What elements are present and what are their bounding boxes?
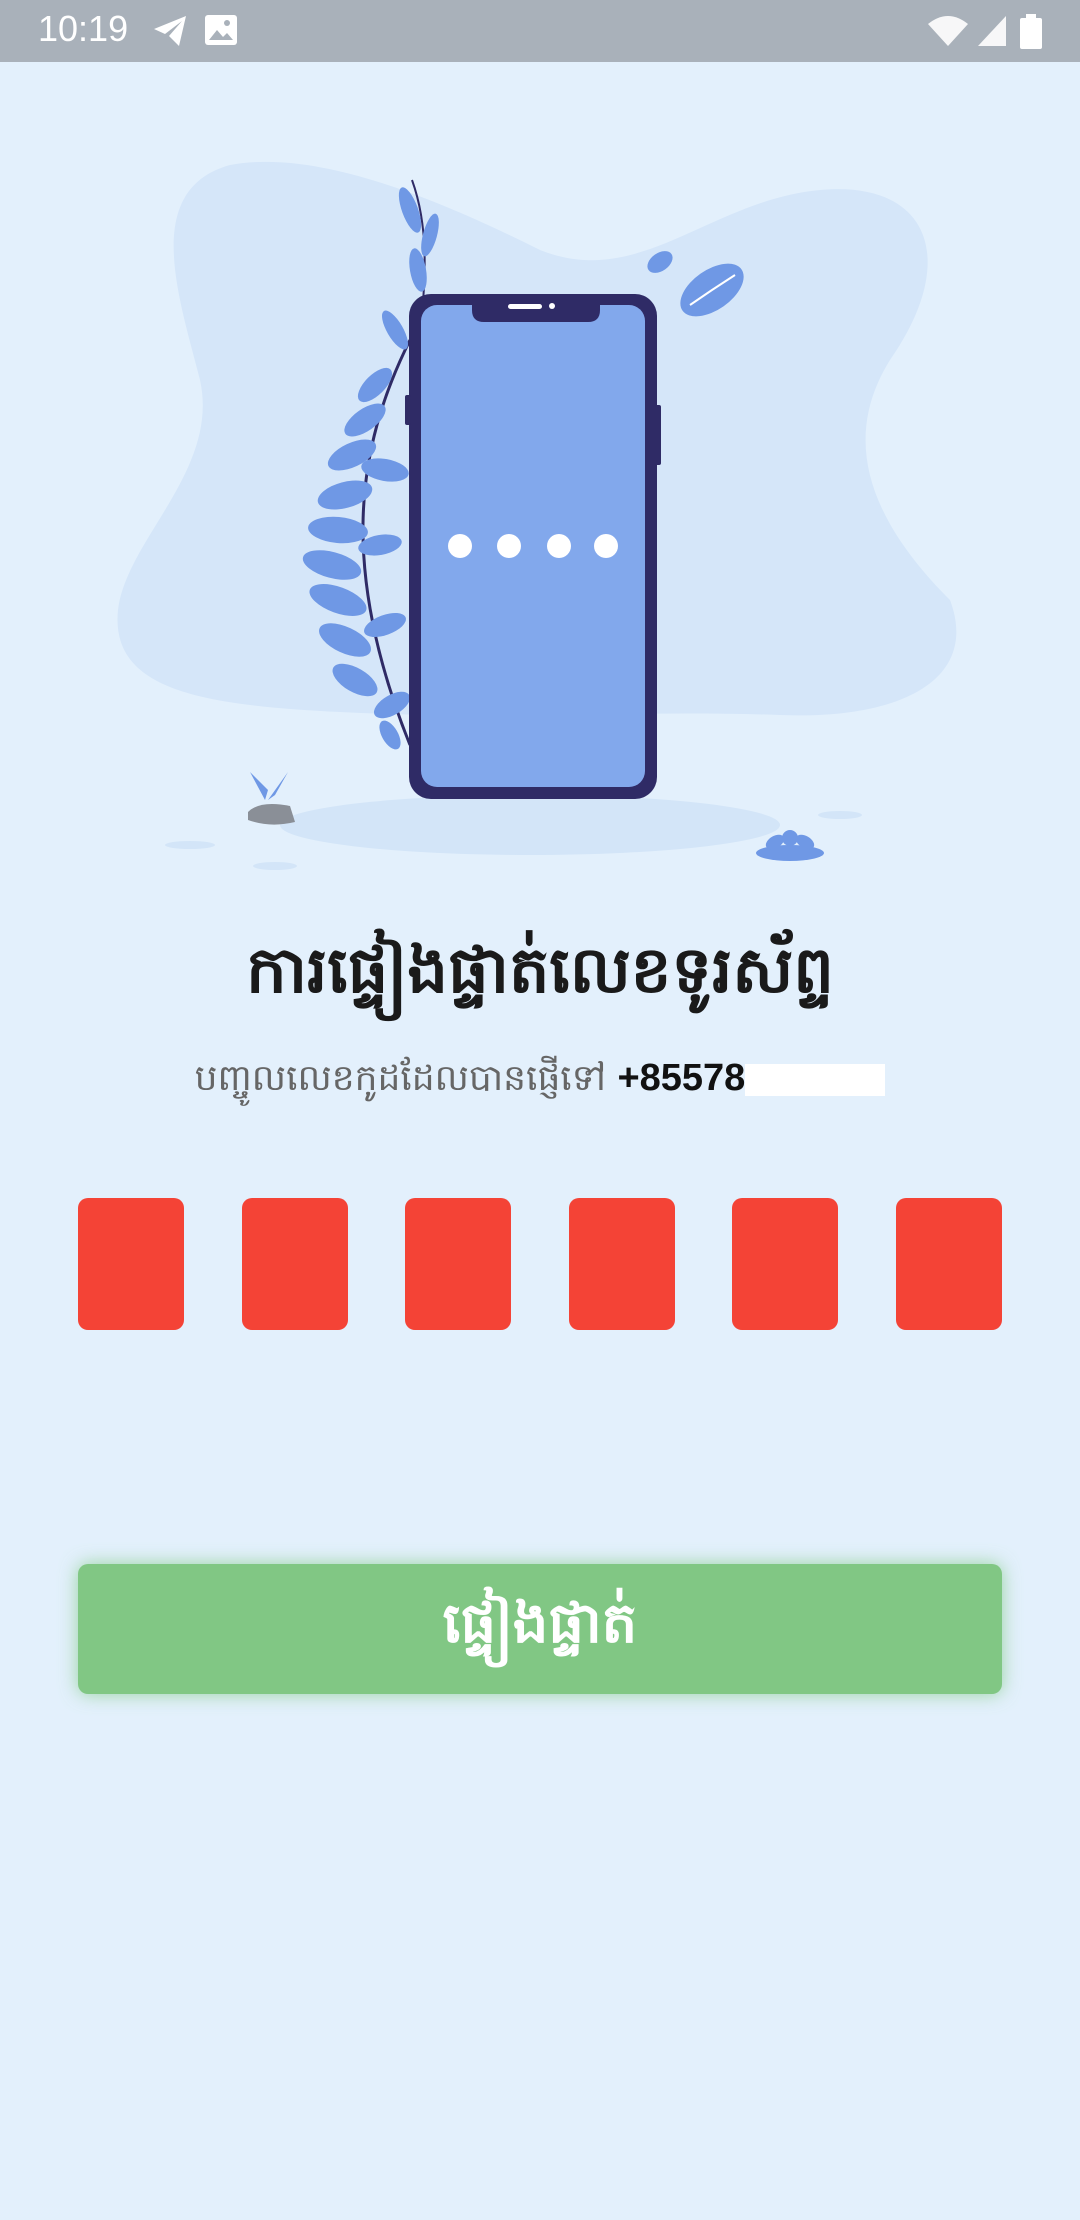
image-icon: [204, 14, 238, 50]
status-bar: 10:19: [0, 0, 1080, 62]
status-time: 10:19: [38, 8, 129, 49]
verify-button[interactable]: ផ្ទៀងផ្ទាត់: [78, 1564, 1002, 1694]
otp-digit-2[interactable]: [242, 1198, 348, 1330]
subtitle-text: បញ្ចូលលេខកូដដែលបានផ្ញើទៅ: [194, 1058, 606, 1099]
subtitle: បញ្ចូលលេខកូដដែលបានផ្ញើទៅ +85578: [0, 1055, 1080, 1108]
phone-number: +85578: [617, 1057, 746, 1099]
telegram-icon: [152, 14, 188, 52]
otp-digit-5[interactable]: [732, 1198, 838, 1330]
battery-icon: [1018, 14, 1044, 54]
wifi-icon: [926, 14, 970, 52]
otp-digit-6[interactable]: [896, 1198, 1002, 1330]
phone-illustration: [0, 62, 1080, 892]
otp-digit-4[interactable]: [569, 1198, 675, 1330]
otp-digit-1[interactable]: [78, 1198, 184, 1330]
phone-number-mask: [745, 1064, 886, 1096]
page-title: ការផ្ទៀងផ្ទាត់លេខទូរស័ព្ទ: [246, 934, 834, 1008]
signal-icon: [976, 14, 1008, 52]
otp-digit-3[interactable]: [405, 1198, 511, 1330]
otp-input-row: [78, 1198, 1002, 1330]
